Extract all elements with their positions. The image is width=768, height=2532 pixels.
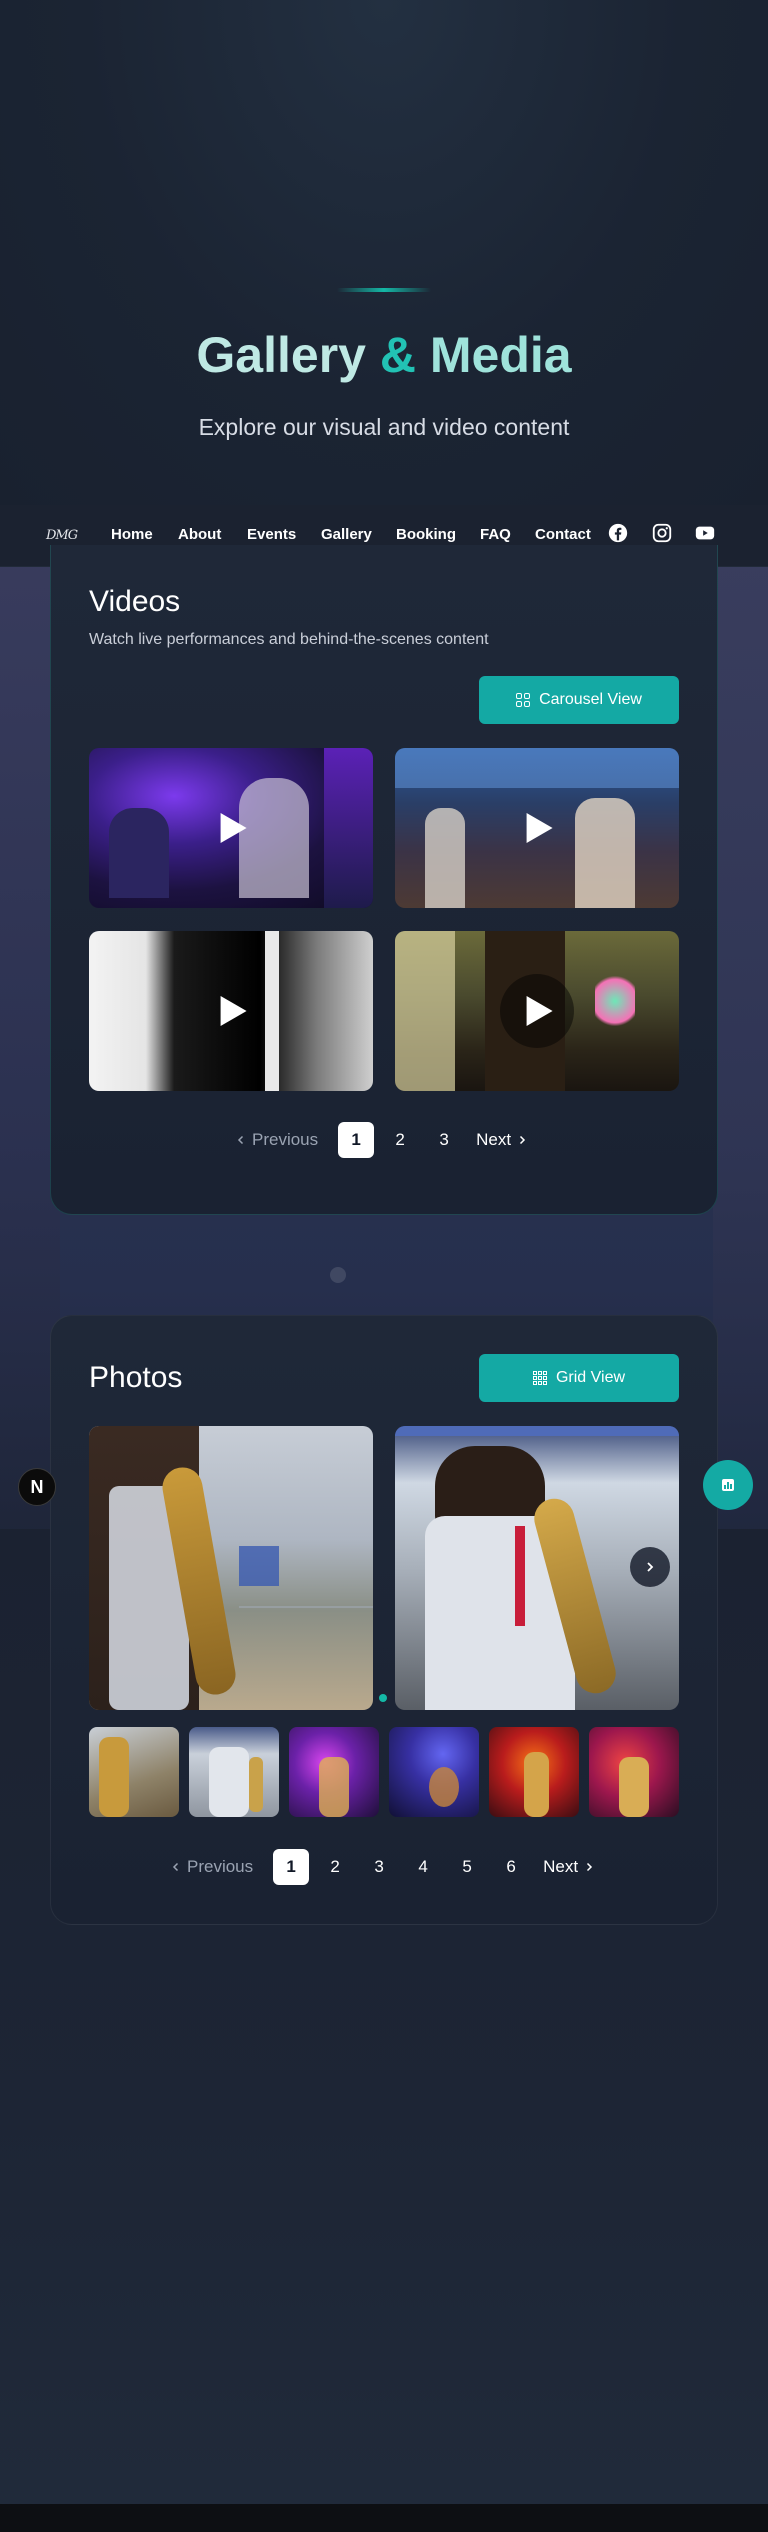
photos-page-6[interactable]: 6 [493, 1849, 529, 1885]
previous-label: Previous [187, 1857, 254, 1876]
thumb-saxophone [319, 1757, 349, 1817]
chart-widget-button[interactable] [703, 1460, 753, 1510]
thumb-shirt [209, 1747, 249, 1817]
chevron-right-icon [647, 1562, 654, 1572]
photos-page-2[interactable]: 2 [317, 1849, 353, 1885]
videos-next-button[interactable]: Next [476, 1130, 527, 1150]
photos-page-3[interactable]: 3 [361, 1849, 397, 1885]
footer-strip [0, 2504, 768, 2532]
play-icon [526, 813, 553, 843]
video-light [324, 748, 373, 908]
badge-letter: N [30, 1476, 44, 1497]
video-ceiling [395, 748, 679, 788]
photo-main-1[interactable] [89, 1426, 373, 1710]
title-word-gallery: Gallery [196, 327, 366, 383]
photo-head [435, 1446, 545, 1526]
photo-thumbnail-2[interactable] [189, 1727, 279, 1817]
photo-tent [395, 1426, 679, 1436]
hero-section: Gallery & Media Explore our visual and v… [0, 0, 768, 505]
background-right-shade [713, 567, 768, 1529]
video-thumbnail-3[interactable] [89, 931, 373, 1091]
nav-item-gallery[interactable]: Gallery [321, 526, 372, 543]
photos-previous-button[interactable]: Previous [171, 1857, 253, 1877]
video-light [595, 971, 635, 1031]
photo-stall [239, 1546, 279, 1586]
video-figure [425, 808, 465, 908]
grid-icon [516, 693, 531, 707]
photos-pagination: Previous 1 2 3 4 5 6 Next [171, 1849, 594, 1885]
photo-thumbnail-1[interactable] [89, 1727, 179, 1817]
nav-item-events[interactable]: Events [247, 526, 296, 543]
photo-thumbnail-4[interactable] [389, 1727, 479, 1817]
nav-item-contact[interactable]: Contact [535, 526, 591, 543]
background-light [330, 1267, 346, 1283]
video-thumbnail-2[interactable] [395, 748, 679, 908]
youtube-icon[interactable] [694, 522, 716, 544]
thumb-saxophone [99, 1737, 129, 1817]
grid-icon [532, 1371, 547, 1385]
page-title: Gallery & Media [0, 320, 768, 390]
video-figure [109, 808, 169, 898]
grid-view-label: Grid View [555, 1369, 626, 1386]
grid-view-button[interactable]: Grid View [479, 1354, 679, 1402]
videos-page-2[interactable]: 2 [382, 1122, 418, 1158]
photos-title: Photos [89, 1361, 183, 1394]
video-pillar [265, 931, 279, 1091]
videos-previous-button[interactable]: Previous [236, 1130, 318, 1150]
next-label: Next [543, 1857, 579, 1876]
photo-thumbnail-5[interactable] [489, 1727, 579, 1817]
photo-fence [239, 1606, 373, 1666]
photo-thumbnail-3[interactable] [289, 1727, 379, 1817]
nav-item-home[interactable]: Home [111, 526, 153, 543]
thumb-saxophone [619, 1757, 649, 1817]
thumb-saxophone [524, 1752, 549, 1817]
videos-page-3[interactable]: 3 [426, 1122, 462, 1158]
play-icon [220, 813, 247, 843]
videos-page-1[interactable]: 1 [338, 1122, 375, 1158]
chevron-left-icon [172, 1862, 179, 1872]
thumb-saxophone [249, 1757, 263, 1812]
videos-pagination: Previous 1 2 3 Next [236, 1122, 527, 1158]
title-word-media: Media [429, 327, 572, 383]
carousel-view-button[interactable]: Carousel View [479, 676, 679, 724]
video-thumbnail-1[interactable] [89, 748, 373, 908]
chart-icon [722, 1479, 734, 1491]
video-wall [395, 931, 455, 1091]
video-figure [575, 798, 635, 908]
carousel-view-label: Carousel View [539, 691, 642, 708]
photos-page-4[interactable]: 4 [405, 1849, 441, 1885]
title-ampersand: & [379, 327, 416, 383]
video-figure [239, 778, 309, 898]
video-thumbnail-4[interactable] [395, 931, 679, 1091]
facebook-icon[interactable] [607, 522, 629, 544]
page-subtitle: Explore our visual and video content [198, 414, 570, 440]
hero-accent-line [337, 288, 431, 292]
photo-lanyard [515, 1526, 525, 1626]
chevron-left-icon [237, 1135, 244, 1145]
nav-item-booking[interactable]: Booking [396, 526, 456, 543]
nav-item-faq[interactable]: FAQ [480, 526, 511, 543]
photo-thumbnail-6[interactable] [589, 1727, 679, 1817]
next-label: Next [476, 1130, 512, 1149]
photos-page-5[interactable]: 5 [449, 1849, 485, 1885]
carousel-indicator[interactable] [379, 1694, 387, 1702]
videos-title: Videos [89, 585, 181, 618]
play-icon [220, 996, 247, 1026]
logo-text: DMG [46, 528, 78, 543]
chevron-right-icon [520, 1135, 526, 1145]
dev-tools-badge[interactable]: N [18, 1468, 56, 1506]
photos-page-1[interactable]: 1 [273, 1849, 310, 1885]
carousel-next-button[interactable] [630, 1547, 670, 1587]
videos-subtitle: Watch live performances and behind-the-s… [89, 631, 489, 648]
play-icon [526, 996, 553, 1026]
previous-label: Previous [252, 1130, 319, 1149]
instagram-icon[interactable] [651, 522, 673, 544]
photos-next-button[interactable]: Next [543, 1857, 594, 1877]
nav-item-about[interactable]: About [178, 526, 221, 543]
chevron-right-icon [587, 1862, 593, 1872]
thumb-figure [429, 1767, 459, 1807]
